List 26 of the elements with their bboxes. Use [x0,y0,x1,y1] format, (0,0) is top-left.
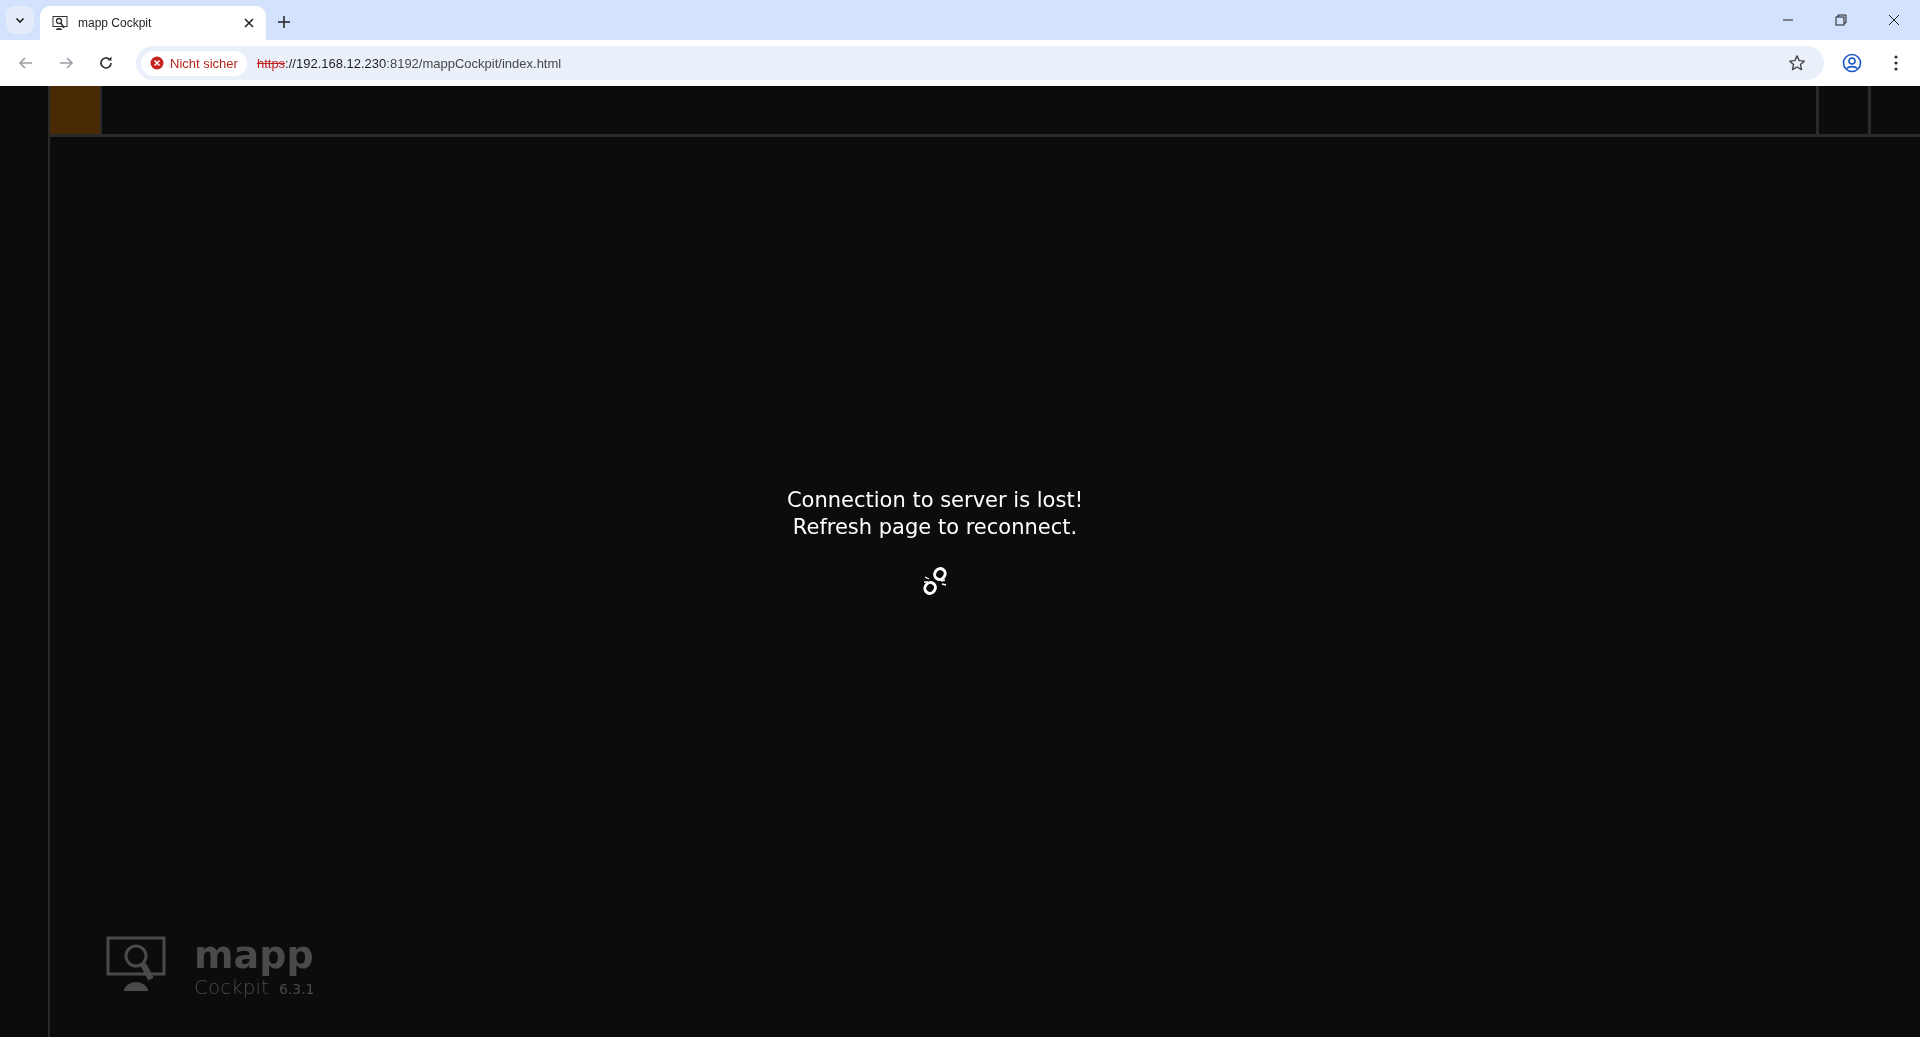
new-tab-icon[interactable] [278,16,290,28]
star-icon[interactable] [1788,54,1806,72]
forward-arrow-icon[interactable] [58,55,74,71]
monitor-magnifier-icon [52,15,68,31]
broken-link-icon [922,565,948,597]
security-label: Nicht sicher [170,55,238,71]
logo-name: mapp [194,935,315,975]
close-icon[interactable] [1888,14,1900,26]
connection-message: Refresh page to reconnect. [792,514,1078,541]
url-text: https://192.168.12.230:8192/mappCockpit/index.html [256,55,562,71]
profile-icon[interactable] [1842,53,1862,73]
reload-icon[interactable] [98,55,114,71]
address-bar[interactable]: Nicht sicher https://192.168.12.230:8192/mappCockpit/index.html [136,46,1824,80]
logo-version: 6.3.1 [278,981,315,997]
close-icon[interactable] [244,18,254,28]
menu-icon[interactable] [1894,55,1898,71]
back-arrow-icon[interactable] [18,55,34,71]
error-icon [150,56,164,70]
security-chip[interactable]: Nicht sicher [141,50,247,76]
browser-tab[interactable]: mapp Cockpit [40,6,266,40]
restore-icon[interactable] [1835,14,1847,26]
menu-tile[interactable] [50,86,102,134]
connection-message: Connection to server is lost! [786,487,1084,514]
logo-product: Cockpit [194,975,269,999]
tab-title: mapp Cockpit [78,16,153,30]
tab-list-button[interactable] [6,6,34,34]
